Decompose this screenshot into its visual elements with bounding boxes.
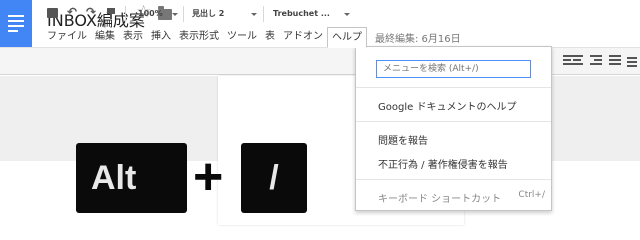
font-caret-icon — [344, 13, 350, 16]
menubar: ファイル 編集 表示 挿入 表示形式 ツール 表 アドオン ヘルプ 最終編集: … — [47, 26, 461, 48]
plus-sign: + — [193, 148, 224, 206]
alt-key-cap: Alt — [76, 143, 187, 213]
menu-format[interactable]: 表示形式 — [179, 28, 227, 46]
menu-search-input[interactable] — [376, 60, 531, 78]
zoom-select[interactable]: 100% — [138, 6, 163, 21]
shortcut-hint: Ctrl+/ — [518, 190, 545, 200]
align-justify-icon[interactable] — [609, 53, 621, 67]
toolbar-divider — [125, 6, 126, 22]
menu-item-report-issue[interactable]: 問題を報告 — [378, 132, 428, 147]
style-caret-icon — [251, 13, 257, 16]
toolbar-divider — [263, 6, 264, 22]
menu-item-keyboard-shortcuts[interactable]: キーボード ショートカット — [378, 190, 501, 205]
style-select[interactable]: 見出し 2 — [192, 6, 224, 21]
menu-item-report-abuse[interactable]: 不正行為 / 著作権侵害を報告 — [378, 156, 508, 171]
paint-format-icon[interactable] — [107, 8, 115, 19]
slash-key-cap: / — [241, 143, 307, 213]
menu-insert[interactable]: 挿入 — [151, 28, 179, 46]
last-edit-link[interactable]: 最終編集: 6月16日 — [375, 30, 461, 45]
docs-app-icon[interactable] — [0, 0, 32, 48]
toolbar-divider — [183, 6, 184, 22]
undo-icon[interactable]: ↶ — [67, 6, 78, 18]
menu-table[interactable]: 表 — [265, 28, 283, 46]
menu-divider — [356, 179, 551, 180]
menu-divider — [356, 87, 551, 88]
menu-file[interactable]: ファイル — [47, 28, 95, 46]
menu-tools[interactable]: ツール — [227, 28, 265, 46]
printer-icon[interactable] — [47, 8, 58, 18]
font-select[interactable]: Trebuchet ... — [273, 6, 330, 21]
menu-divider — [356, 121, 551, 122]
menu-edit[interactable]: 編集 — [95, 28, 123, 46]
menu-help[interactable]: ヘルプ — [327, 26, 367, 48]
line-spacing-icon[interactable] — [627, 55, 637, 67]
menu-item-docs-help[interactable]: Google ドキュメントのヘルプ — [378, 98, 516, 113]
help-menu-dropdown: Google ドキュメントのヘルプ 問題を報告 不正行為 / 著作権侵害を報告 … — [355, 46, 552, 211]
menu-addons[interactable]: アドオン — [283, 28, 331, 46]
align-center-icon[interactable] — [571, 53, 583, 67]
zoom-caret-icon — [172, 13, 178, 16]
menu-view[interactable]: 表示 — [123, 28, 151, 46]
align-right-icon[interactable] — [590, 53, 602, 67]
redo-icon[interactable]: ↷ — [86, 6, 97, 18]
